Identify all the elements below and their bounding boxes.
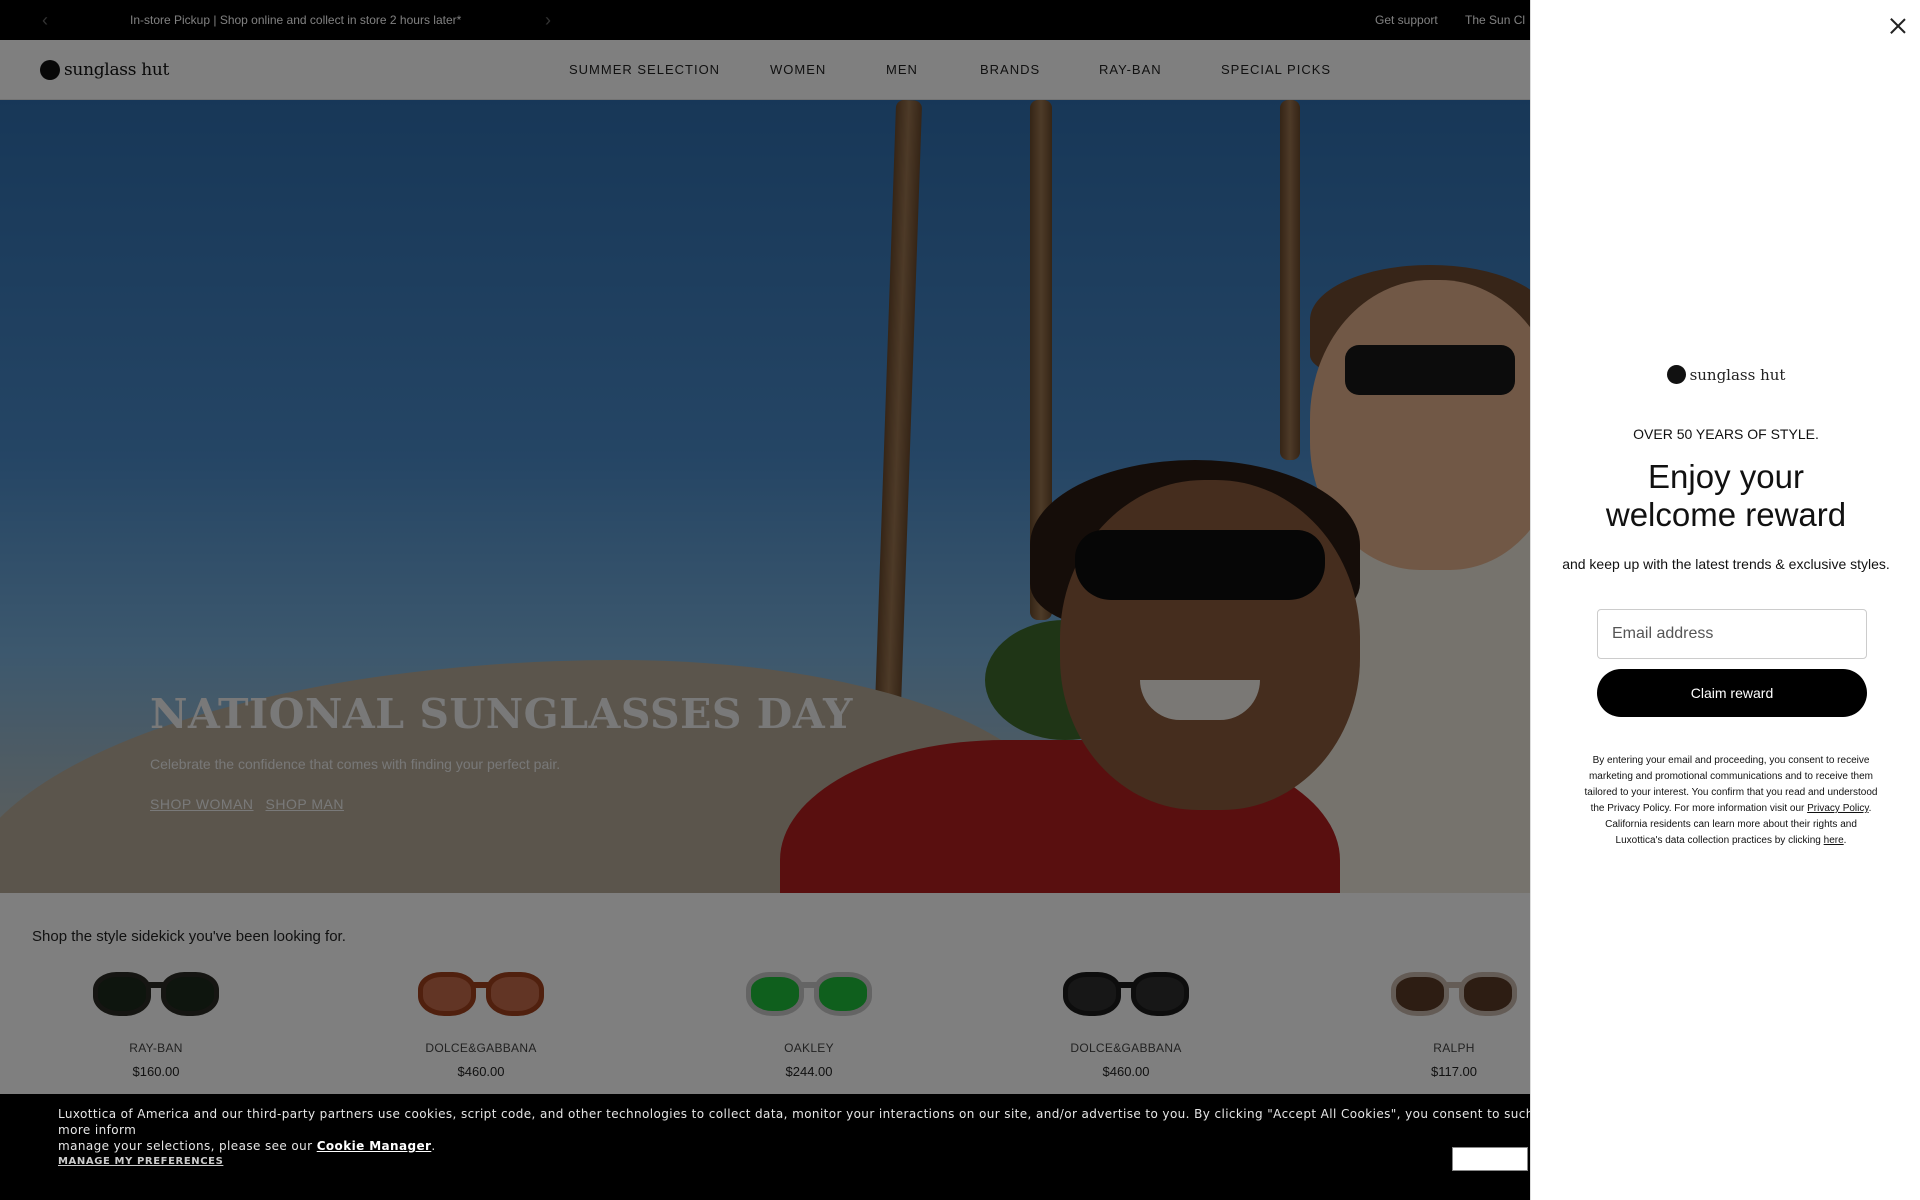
cookie-manager-link[interactable]: Cookie Manager: [317, 1139, 432, 1153]
cookie-text-line1: Luxottica of America and our third-party…: [58, 1107, 1589, 1137]
privacy-policy-link[interactable]: Privacy Policy: [1807, 803, 1869, 814]
manage-preferences-link[interactable]: MANAGE MY PREFERENCES: [58, 1156, 223, 1167]
email-field[interactable]: [1597, 609, 1867, 659]
cookie-period: .: [431, 1139, 436, 1153]
claim-reward-button[interactable]: Claim reward: [1597, 669, 1867, 717]
legal-disclaimer: By entering your email and proceeding, y…: [1583, 753, 1879, 849]
cookie-text: Luxottica of America and our third-party…: [58, 1106, 1618, 1154]
panel-subtitle: and keep up with the latest trends & exc…: [1562, 556, 1890, 572]
panel-logo: sunglass hut: [1531, 365, 1920, 384]
close-icon[interactable]: [1886, 14, 1910, 38]
here-link[interactable]: here: [1824, 835, 1844, 846]
newsletter-panel: sunglass hut OVER 50 YEARS OF STYLE. Enj…: [1530, 0, 1920, 1200]
cookie-banner: Luxottica of America and our third-party…: [0, 1094, 1588, 1200]
logo-dot-icon: [1666, 365, 1686, 384]
panel-eyebrow: OVER 50 YEARS OF STYLE.: [1633, 426, 1819, 442]
cookie-text-line2: manage your selections, please see our: [58, 1139, 313, 1153]
modal-backdrop[interactable]: [0, 0, 1530, 1200]
panel-title-line1: Enjoy your: [1648, 458, 1804, 495]
panel-title: Enjoy your welcome reward: [1531, 458, 1920, 534]
logo-wordmark: sunglass hut: [1689, 365, 1786, 384]
panel-title-line2: welcome reward: [1605, 496, 1847, 533]
accept-cookies-button[interactable]: [1452, 1147, 1528, 1171]
legal-text-3: .: [1843, 835, 1847, 846]
